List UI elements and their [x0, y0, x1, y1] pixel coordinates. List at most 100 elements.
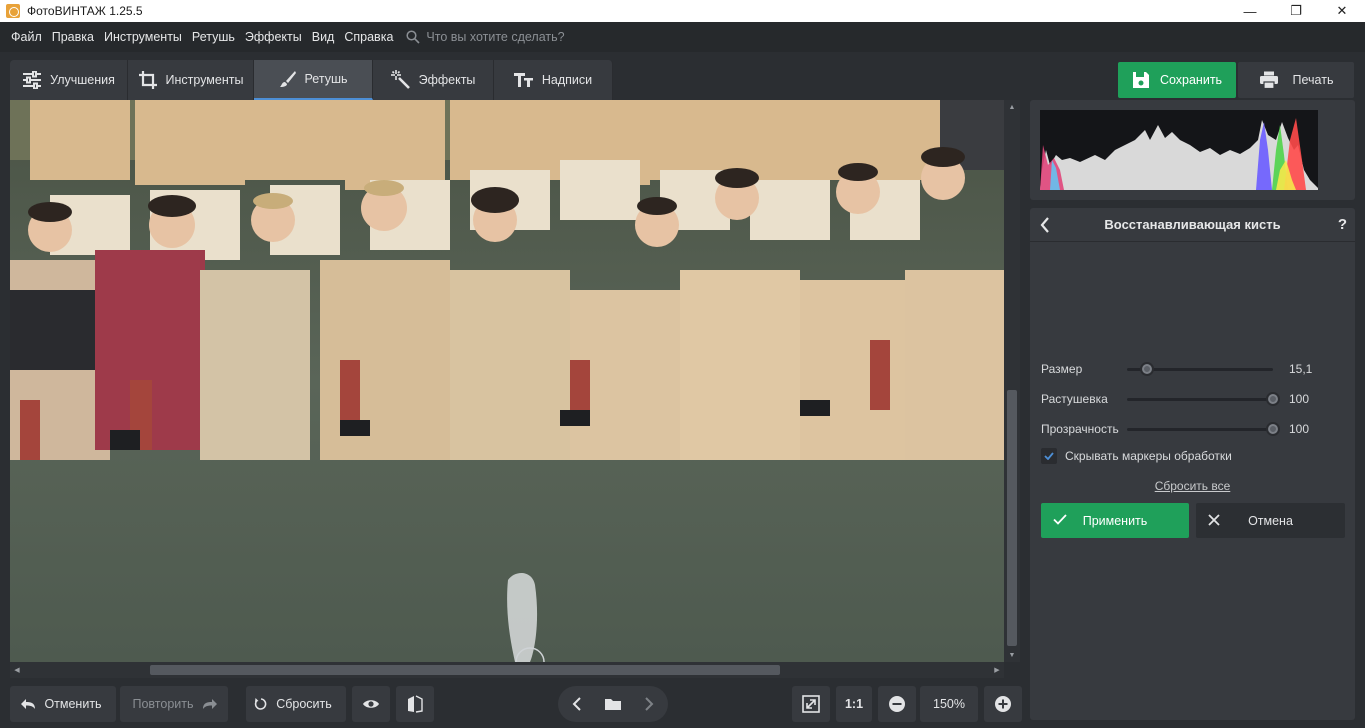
text-icon [513, 73, 533, 87]
feather-label: Растушевка [1041, 392, 1108, 406]
checkmark-icon [1044, 452, 1054, 460]
save-button-label: Сохранить [1159, 73, 1223, 87]
feather-slider-track[interactable] [1127, 398, 1273, 401]
opacity-value[interactable]: 100 [1289, 422, 1319, 436]
size-value[interactable]: 15,1 [1289, 362, 1319, 376]
reset-button[interactable]: Сбросить [246, 686, 346, 722]
hide-markers-option[interactable]: Скрывать маркеры обработки [1041, 448, 1232, 464]
tab-text[interactable]: Надписи [494, 60, 613, 100]
minimize-button[interactable]: — [1227, 0, 1273, 22]
menu-help[interactable]: Справка [339, 30, 398, 44]
previous-photo-button[interactable] [558, 686, 596, 722]
eye-icon [363, 700, 379, 708]
maximize-button[interactable]: ❐ [1273, 0, 1319, 22]
window-controls: — ❐ ✕ [1227, 0, 1365, 22]
save-icon [1132, 72, 1149, 88]
check-icon [1053, 514, 1067, 525]
compare-button[interactable] [396, 686, 434, 722]
redo-button[interactable]: Повторить [120, 686, 228, 722]
tab-enhancements-label: Улучшения [50, 73, 115, 87]
sliders-icon [23, 71, 42, 89]
menu-tools[interactable]: Инструменты [99, 30, 187, 44]
hide-markers-label: Скрывать маркеры обработки [1065, 449, 1232, 463]
size-slider-row: Размер 15,1 [1041, 359, 1351, 379]
reset-all-link[interactable]: Сбросить все [1030, 479, 1355, 493]
cancel-label: Отмена [1248, 513, 1293, 528]
folder-icon [605, 699, 621, 710]
feather-value[interactable]: 100 [1289, 392, 1319, 406]
zoom-out-icon [889, 696, 905, 712]
undo-label: Отменить [44, 697, 102, 711]
opacity-slider-thumb[interactable] [1266, 422, 1280, 436]
brush-icon [279, 71, 296, 87]
redo-label: Повторить [132, 697, 194, 711]
tab-tools[interactable]: Инструменты [128, 60, 254, 100]
main-tabs: Улучшения Инструменты Ретушь Эффекты Над… [10, 60, 613, 100]
panel-title: Восстанавливающая кисть [1104, 217, 1281, 232]
preview-toggle-button[interactable] [352, 686, 390, 722]
tab-enhancements[interactable]: Улучшения [10, 60, 128, 100]
zoom-level[interactable]: 150% [920, 686, 978, 722]
open-folder-button[interactable] [596, 686, 630, 722]
chevron-right-icon [645, 697, 654, 711]
menu-edit[interactable]: Правка [47, 30, 99, 44]
tab-tools-label: Инструменты [165, 73, 244, 87]
menu-file[interactable]: Файл [6, 30, 47, 44]
reset-all-label[interactable]: Сбросить все [1155, 479, 1231, 493]
close-icon [1208, 514, 1220, 526]
print-button[interactable]: Печать [1238, 62, 1354, 98]
back-arrow-icon[interactable] [1040, 217, 1050, 233]
undo-button[interactable]: Отменить [10, 686, 116, 722]
healing-brush-panel: Восстанавливающая кисть ? Размер 15,1 Ра… [1030, 208, 1355, 720]
scroll-right-icon[interactable]: ▶ [990, 662, 1004, 678]
window-title: ФотоВИНТАЖ 1.25.5 [27, 4, 143, 18]
opacity-slider-row: Прозрачность 100 [1041, 419, 1351, 439]
horizontal-scrollbar[interactable]: ◀ ▶ [10, 662, 1004, 678]
right-panel: Восстанавливающая кисть ? Размер 15,1 Ра… [1030, 100, 1355, 720]
search-placeholder: Что вы хотите сделать? [426, 30, 565, 44]
app-icon [6, 4, 20, 18]
actual-size-button[interactable]: 1:1 [836, 686, 872, 722]
tab-retouch[interactable]: Ретушь [254, 60, 373, 100]
compare-icon [408, 695, 423, 713]
fit-to-screen-button[interactable] [792, 686, 830, 722]
command-search[interactable]: Что вы хотите сделать? [406, 30, 565, 44]
search-icon [406, 30, 420, 44]
next-photo-button[interactable] [630, 686, 668, 722]
scroll-up-icon[interactable]: ▲ [1004, 100, 1020, 114]
printer-icon [1259, 71, 1278, 89]
menu-view[interactable]: Вид [307, 30, 340, 44]
tab-text-label: Надписи [541, 73, 593, 87]
zoom-in-button[interactable] [984, 686, 1022, 722]
help-icon[interactable]: ? [1338, 216, 1347, 233]
size-slider-thumb[interactable] [1140, 362, 1154, 376]
vertical-scrollbar[interactable]: ▲ ▼ [1004, 100, 1020, 662]
menu-retouch[interactable]: Ретушь [187, 30, 240, 44]
reset-icon [255, 698, 267, 710]
crop-icon [138, 71, 157, 89]
apply-button[interactable]: Применить [1041, 503, 1189, 538]
cancel-button[interactable]: Отмена [1196, 503, 1345, 538]
zoom-out-button[interactable] [878, 686, 916, 722]
fit-screen-icon [802, 695, 820, 713]
hide-markers-checkbox[interactable] [1041, 448, 1057, 464]
title-bar: ФотоВИНТАЖ 1.25.5 — ❐ ✕ [0, 0, 1365, 22]
feather-slider-row: Растушевка 100 [1041, 389, 1351, 409]
close-button[interactable]: ✕ [1319, 0, 1365, 22]
histogram-panel [1030, 100, 1355, 200]
photo-canvas[interactable] [10, 100, 1004, 662]
horizontal-scroll-thumb[interactable] [150, 665, 780, 675]
redo-icon [202, 699, 217, 709]
vertical-scroll-thumb[interactable] [1007, 390, 1017, 646]
tab-effects-label: Эффекты [418, 73, 476, 87]
scroll-left-icon[interactable]: ◀ [10, 662, 24, 678]
size-label: Размер [1041, 362, 1083, 376]
zoom-in-icon [995, 696, 1011, 712]
scroll-down-icon[interactable]: ▼ [1004, 648, 1020, 662]
save-button[interactable]: Сохранить [1118, 62, 1236, 98]
feather-slider-thumb[interactable] [1266, 392, 1280, 406]
opacity-slider-track[interactable] [1127, 428, 1273, 431]
chevron-left-icon [572, 697, 581, 711]
tab-effects[interactable]: Эффекты [373, 60, 494, 100]
menu-effects[interactable]: Эффекты [240, 30, 307, 44]
